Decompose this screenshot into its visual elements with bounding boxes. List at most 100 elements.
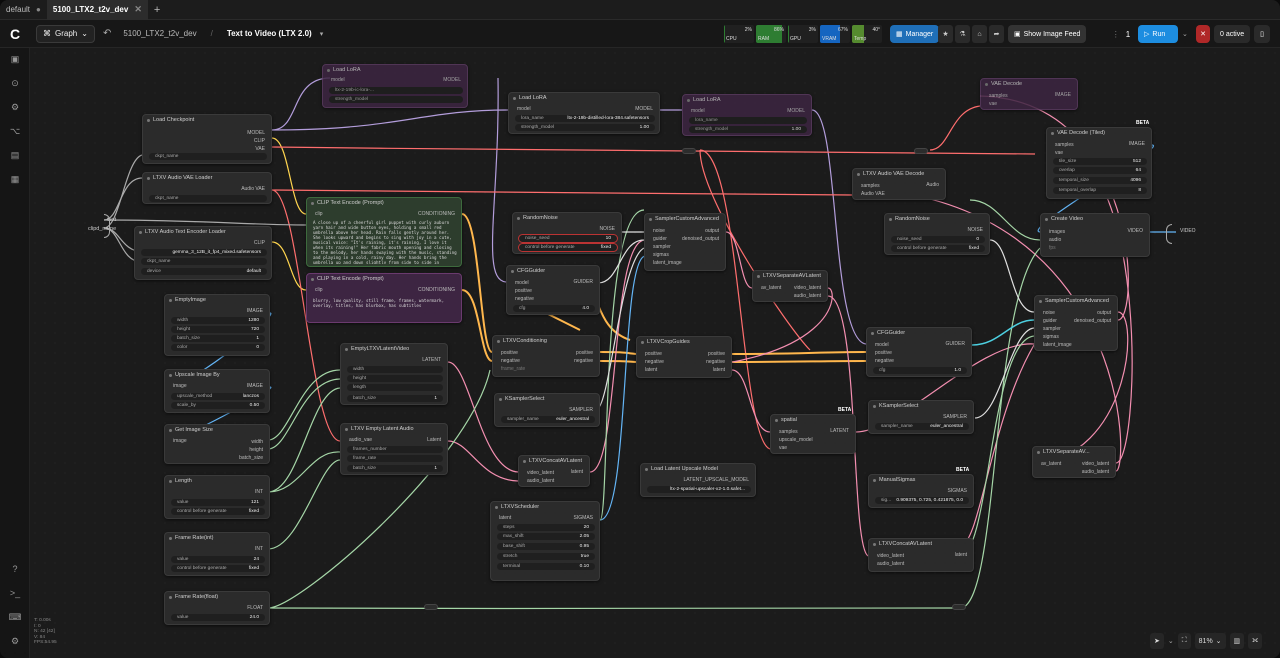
widget-scale-by[interactable]: scale_by 0.50 <box>171 402 265 409</box>
node-frame-rate-float[interactable]: Frame Rate(float) FLOAT value 24.0 <box>164 591 270 625</box>
node-empty-latent-audio[interactable]: LTXV Empty Latent Audio audio_vae Latent… <box>340 423 448 475</box>
slot-av-latent-in[interactable]: av_latent <box>761 285 781 291</box>
fit-view-button[interactable]: ⛶ <box>1177 633 1191 649</box>
breadcrumb-file[interactable]: 5100_LTX2_t2v_dev <box>123 29 196 38</box>
widget-height[interactable]: height 720 <box>171 326 265 333</box>
slot-noise-out[interactable]: NOISE <box>599 226 615 232</box>
widget-cfg[interactable]: cfg 4.0 <box>513 305 595 312</box>
node-sampler-custom-advanced-2[interactable]: SamplerCustomAdvanced noise guider sampler… <box>1034 295 1118 351</box>
slot-positive[interactable]: positive <box>501 349 525 357</box>
slot-frame-rate[interactable]: frame_rate <box>501 365 525 373</box>
graph-menu-button[interactable]: ⌘ Graph ⌄ <box>36 24 95 43</box>
slot-latent-in[interactable]: latent <box>499 515 511 521</box>
widget-control[interactable]: control before generate fixed <box>171 565 265 572</box>
widget-width[interactable]: width <box>347 366 443 373</box>
node-vae-decode-tiled[interactable]: VAE Decode (Tiled) samples vae IMAGE tile… <box>1046 127 1152 199</box>
widget-tile-size[interactable]: tile_size 512 <box>1053 158 1147 165</box>
conditioning-outputs[interactable]: positive negative <box>574 349 593 365</box>
slot-batch-size[interactable]: batch_size <box>239 454 263 462</box>
tiled-inputs[interactable]: samples vae <box>1055 141 1074 157</box>
slot-sigmas-out[interactable]: SIGMAS <box>574 515 593 521</box>
chevron-down-icon[interactable]: ▾ <box>320 30 324 38</box>
size-outputs[interactable]: width height batch_size <box>239 438 263 462</box>
zoom-control[interactable]: 81% ⌄ <box>1194 633 1226 649</box>
widget-sampler-name[interactable]: sampler_name euler_ancestral <box>501 416 595 423</box>
slot-guider[interactable]: guider <box>653 235 682 243</box>
crop-inputs[interactable]: positive negative latent <box>645 350 664 374</box>
slot-audio-latent[interactable]: audio_latent <box>877 560 904 568</box>
node-concat-av-latent[interactable]: LTXVConcatAVLatent video_latent audio_lat… <box>518 455 590 487</box>
node-upscale-image-by[interactable]: Upscale Image By image IMAGE upscale_met… <box>164 369 270 413</box>
slot-latent-image[interactable]: latent_image <box>653 259 682 267</box>
queue-count-stepper[interactable]: ⋮ 1 <box>1106 25 1136 43</box>
slot-height[interactable]: height <box>239 446 263 454</box>
widget-lora-name[interactable]: ltx-2-19b-ic-lora-... <box>329 87 463 94</box>
widget-temporal-overlap[interactable]: temporal_overlap 8 <box>1053 187 1147 194</box>
slot-denoised[interactable]: denoised_output <box>1074 317 1111 325</box>
node-get-image-size[interactable]: Get Image Size image width height batch_si… <box>164 424 270 464</box>
slot-image-out[interactable]: IMAGE <box>1055 92 1071 98</box>
slot-upscale-model[interactable]: upscale_model <box>779 436 813 444</box>
slot-model-out[interactable]: MODEL <box>787 108 805 114</box>
cancel-button[interactable]: ✕ <box>1196 25 1210 43</box>
node-load-lora[interactable]: Load LoRA model MODEL lora_name ltx-2-19b… <box>508 92 660 134</box>
node-sampler-custom-advanced[interactable]: SamplerCustomAdvanced noise guider sampler… <box>644 213 726 271</box>
node-separate-av-latent-2[interactable]: LTXVSeparateAV... av_latent video_latent… <box>1032 446 1116 478</box>
slot-image-in[interactable]: image <box>173 383 187 389</box>
create-video-inputs[interactable]: images audio fps <box>1049 228 1065 252</box>
slot-output[interactable]: output <box>682 227 719 235</box>
slot-av-latent-in[interactable]: av_latent <box>1041 461 1061 467</box>
checkpoint-outputs[interactable]: MODEL CLIP VAE <box>247 129 265 153</box>
slot-clip-out[interactable]: CLIP <box>254 240 265 246</box>
broom-icon[interactable]: ⌂ <box>972 25 987 43</box>
node-length[interactable]: Length INT value 121 control before gener… <box>164 475 270 519</box>
close-tab-icon[interactable]: ✕ <box>134 4 142 15</box>
node-concat-av-latent-2[interactable]: LTXVConcatAVLatent video_latent audio_lat… <box>868 538 974 572</box>
slot-model[interactable]: model <box>875 341 894 349</box>
widget-control[interactable]: control before generate fixed <box>891 245 985 252</box>
slot-model[interactable]: model <box>515 279 534 287</box>
slot-negative[interactable]: negative <box>875 357 894 365</box>
slot-upscale-model-out[interactable]: LATENT_UPSCALE_MODEL <box>684 477 749 483</box>
new-tab-button[interactable]: + <box>148 0 166 20</box>
widget-batch-size[interactable]: batch_size 1 <box>347 395 443 402</box>
flask-icon[interactable]: ⚗ <box>955 25 970 43</box>
toggle-panel-button[interactable]: ▯ <box>1254 25 1270 43</box>
node-cfg-guider[interactable]: CFGGuider model positive negative GUIDER c… <box>506 265 600 315</box>
chevron-down-icon[interactable]: ⌄ <box>1168 637 1174 645</box>
slot-latent-out[interactable]: latent <box>706 366 725 374</box>
slot-positive[interactable]: positive <box>875 349 894 357</box>
slot-vae[interactable]: vae <box>779 444 813 452</box>
node-ltxv-conditioning[interactable]: LTXVConditioning positive negative frame_r… <box>492 335 600 377</box>
help-icon[interactable]: ? <box>7 564 23 578</box>
reroute-node[interactable] <box>914 148 928 154</box>
star-icon[interactable]: ★ <box>938 25 953 43</box>
widget-max-shift[interactable]: max_shift 2.05 <box>497 533 595 540</box>
settings-gear-icon[interactable]: ⚙ <box>7 636 23 650</box>
upsampler-inputs[interactable]: samples upscale_model vae <box>779 428 813 452</box>
widget-batch-size[interactable]: batch_size 1 <box>347 465 443 472</box>
widget-lora-name[interactable]: lora_name ltx-2-19b-distilled-lora-384.sa… <box>515 115 655 122</box>
widget-frame-rate[interactable]: frame_rate <box>347 455 443 462</box>
node-clip-text-positive[interactable]: CLIP Text Encode (Prompt) clip CONDITION… <box>306 197 462 267</box>
slot-audio-latent[interactable]: audio_latent <box>794 292 821 300</box>
slot-sigmas[interactable]: sigmas <box>653 251 682 259</box>
widget-ckpt-name[interactable]: ckpt_name <box>149 195 267 202</box>
queue-icon[interactable]: ▦ <box>7 174 23 188</box>
conditioning-inputs[interactable]: positive negative frame_rate <box>501 349 525 373</box>
widget-overlap[interactable]: overlap 64 <box>1053 167 1147 174</box>
reroute-node[interactable] <box>682 148 696 154</box>
slot-guider[interactable]: guider <box>1043 317 1072 325</box>
widget-upscale-method[interactable]: upscale_method lanczos <box>171 393 265 400</box>
graph-output-video[interactable]: VIDEO <box>1180 228 1196 234</box>
node-audio-vae-decode[interactable]: LTXV Audio VAE Decode samples Audio VAE A… <box>852 168 946 200</box>
widget-noise-seed[interactable]: noise_seed 0 <box>891 236 985 243</box>
node-vae-decode-bypassed[interactable]: VAE Decode samples vae IMAGE <box>980 78 1078 110</box>
slot-audio-latent[interactable]: audio_latent <box>1082 468 1109 476</box>
slot-image-in[interactable]: image <box>173 438 187 444</box>
widget-strength[interactable]: strength_model 1.00 <box>515 124 655 131</box>
crop-outputs[interactable]: positive negative latent <box>706 350 725 374</box>
slot-latent[interactable]: latent <box>645 366 664 374</box>
widget-length[interactable]: length <box>347 384 443 391</box>
slot-positive[interactable]: positive <box>645 350 664 358</box>
